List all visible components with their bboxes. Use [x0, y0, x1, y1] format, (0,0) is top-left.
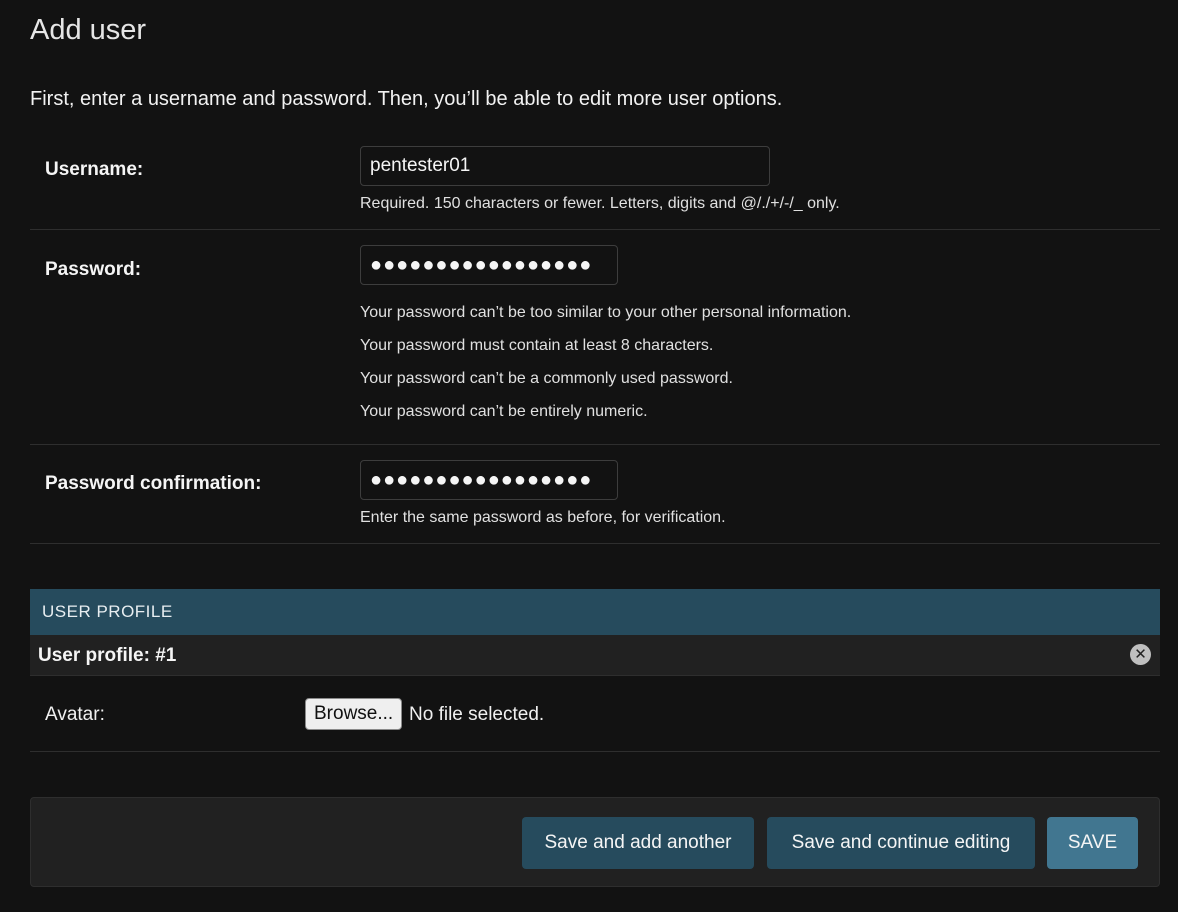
user-profile-inline: USER PROFILE User profile: #1 ✕ Avatar: … — [30, 589, 1160, 752]
user-form: Username: Required. 150 characters or fe… — [30, 130, 1160, 544]
avatar-label: Avatar: — [45, 704, 105, 725]
avatar-row: Avatar: Browse... No file selected. — [30, 676, 1160, 752]
username-input[interactable] — [360, 146, 770, 186]
password-confirmation-label: Password confirmation: — [45, 473, 262, 494]
save-button[interactable]: SAVE — [1047, 817, 1138, 869]
password-help-item: Your password can’t be entirely numeric. — [360, 403, 648, 420]
password-help-item: Your password can’t be a commonly used p… — [360, 370, 733, 387]
file-status: No file selected. — [409, 704, 545, 725]
close-circle-icon[interactable]: ✕ — [1130, 644, 1151, 665]
submit-row: Save and add another Save and continue e… — [30, 797, 1160, 887]
add-user-page: Add user First, enter a username and pas… — [0, 0, 1178, 912]
password-help-list: Your password can’t be too similar to yo… — [360, 303, 851, 435]
username-help: Required. 150 characters or fewer. Lette… — [360, 195, 840, 212]
browse-button[interactable]: Browse... — [305, 698, 403, 730]
username-label: Username: — [45, 159, 144, 180]
password-confirmation-help: Enter the same password as before, for v… — [360, 509, 726, 526]
password-help-item: Your password must contain at least 8 ch… — [360, 337, 714, 354]
intro-text: First, enter a username and password. Th… — [30, 88, 783, 110]
save-and-continue-button[interactable]: Save and continue editing — [767, 817, 1035, 869]
password-confirmation-row: Password confirmation: Enter the same pa… — [30, 445, 1160, 544]
password-label: Password: — [45, 259, 142, 280]
save-and-add-another-button[interactable]: Save and add another — [522, 817, 754, 869]
username-row: Username: Required. 150 characters or fe… — [30, 130, 1160, 230]
user-profile-header: USER PROFILE — [30, 589, 1160, 635]
inline-item-title: User profile: #1 — [38, 645, 177, 666]
password-confirmation-input[interactable] — [360, 460, 618, 500]
password-row: Password: Your password can’t be too sim… — [30, 230, 1160, 445]
page-title: Add user — [30, 14, 147, 46]
password-input[interactable] — [360, 245, 618, 285]
password-help-item: Your password can’t be too similar to yo… — [360, 304, 852, 321]
inline-item-header: User profile: #1 ✕ — [30, 635, 1160, 676]
